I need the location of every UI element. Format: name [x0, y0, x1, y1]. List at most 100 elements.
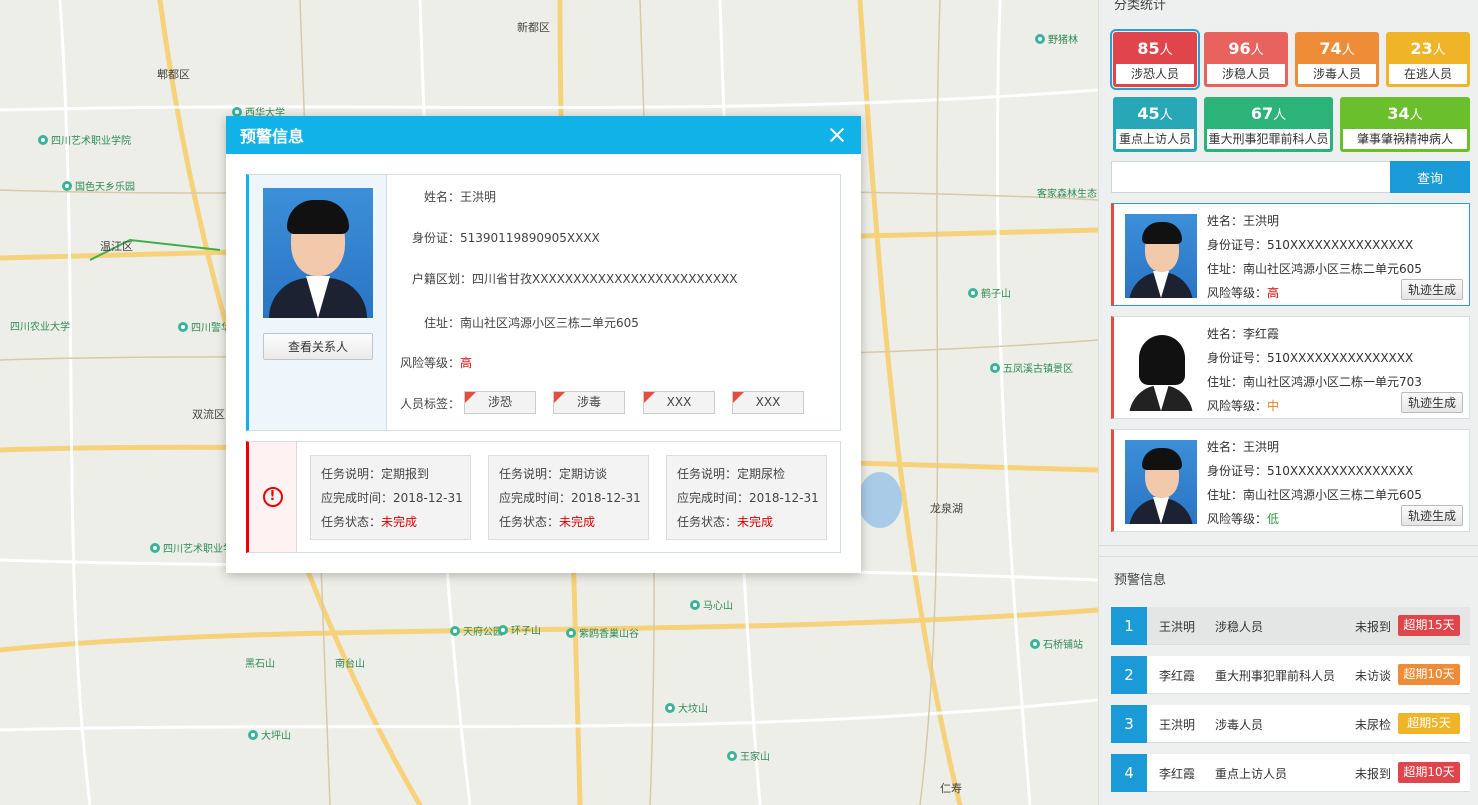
- person-list-item[interactable]: 姓名：王洪明 身份证号：510XXXXXXXXXXXXXXX 住址：南山社区鸿源…: [1111, 203, 1470, 306]
- map-place-name: 五凤溪古镇景区: [1003, 364, 1073, 375]
- map-place-label: 环子山: [498, 622, 541, 637]
- map-place-name: 环子山: [511, 626, 541, 637]
- warning-row[interactable]: 3 王洪明 涉毒人员 未尿检 超期5天: [1111, 705, 1470, 743]
- warning-type: 重点上访人员: [1215, 767, 1288, 781]
- person-address: 住址：南山社区鸿源小区三栋二单元605: [1207, 488, 1422, 502]
- task-time: 应完成时间：2018-12-31: [677, 491, 819, 505]
- warning-status: 未报到: [1355, 767, 1392, 781]
- person-summary: 姓名：王洪明 身份证号：510XXXXXXXXXXXXXXX 住址：南山社区鸿源…: [1207, 435, 1422, 531]
- person-address: 住址：南山社区鸿源小区三栋二单元605: [424, 316, 639, 330]
- warning-row[interactable]: 4 李红霞 重点上访人员 未报到 超期10天: [1111, 754, 1470, 792]
- person-tag: XXX: [732, 391, 804, 414]
- risk-value: 低: [1267, 512, 1280, 526]
- place-marker-icon: [1035, 34, 1045, 44]
- warning-row[interactable]: 1 王洪明 涉稳人员 未报到 超期15天: [1111, 607, 1470, 645]
- map-place-name: 新都区: [517, 21, 550, 34]
- map-place-name: 四川艺术职业学院: [51, 136, 131, 147]
- stat-unit: 人: [1341, 43, 1355, 58]
- map-place-label: 王家山: [727, 748, 770, 763]
- map-place-label: 紫鸥香巢山谷: [566, 625, 639, 640]
- track-generate-button[interactable]: 轨迹生成: [1401, 279, 1463, 300]
- place-marker-icon: [665, 703, 675, 713]
- view-relations-button[interactable]: 查看关系人: [263, 333, 373, 360]
- overdue-badge: 超期10天: [1398, 664, 1460, 685]
- place-marker-icon: [248, 730, 258, 740]
- stat-card[interactable]: 74人涉毒人员: [1295, 32, 1379, 87]
- map-place-label: 龙泉湖: [930, 500, 963, 516]
- search-button[interactable]: 查询: [1390, 161, 1470, 193]
- person-id: 身份证号：510XXXXXXXXXXXXXXX: [1207, 238, 1414, 252]
- warning-index: 3: [1111, 705, 1147, 743]
- stat-unit: 人: [1250, 43, 1264, 58]
- person-thumb: [1125, 440, 1197, 524]
- person-risk: 风险等级：低: [1207, 507, 1422, 531]
- task-desc: 任务说明：定期报到: [321, 467, 430, 481]
- task-status-value: 未完成: [559, 515, 596, 529]
- close-icon[interactable]: [827, 125, 847, 145]
- warnings-title: 预警信息: [1114, 573, 1167, 588]
- person-list-item[interactable]: 姓名：王洪明 身份证号：510XXXXXXXXXXXXXXX 住址：南山社区鸿源…: [1111, 429, 1470, 532]
- stat-label: 重点上访人员: [1116, 129, 1194, 149]
- warning-row[interactable]: 2 李红霞 重大刑事犯罪前科人员 未访谈 超期10天: [1111, 656, 1470, 694]
- stat-unit: 人: [1432, 43, 1446, 58]
- person-list-item[interactable]: 姓名：李红霞 身份证号：510XXXXXXXXXXXXXXX 住址：南山社区鸿源…: [1111, 316, 1470, 419]
- warning-index: 4: [1111, 754, 1147, 792]
- task-desc: 任务说明：定期尿检: [677, 467, 786, 481]
- task-status: 任务状态：未完成: [677, 510, 816, 534]
- map-place-name: 仁寿: [940, 782, 962, 795]
- track-generate-button[interactable]: 轨迹生成: [1401, 392, 1463, 413]
- person-name: 姓名：王洪明: [1207, 440, 1280, 454]
- stat-card[interactable]: 96人 涉稳人员: [1204, 32, 1288, 87]
- risk-value: 中: [1267, 399, 1280, 413]
- stat-count: 45: [1137, 104, 1160, 123]
- task-item: 任务说明：定期报到 应完成时间：2018-12-31 任务状态：未完成: [310, 455, 471, 540]
- place-marker-icon: [38, 135, 48, 145]
- warning-modal: 预警信息 查看关系人 姓名：王洪明 身份证：51390119890905XXXX…: [226, 116, 861, 573]
- stat-count: 74: [1319, 39, 1342, 58]
- person-photo: [263, 188, 373, 318]
- risk-value: 高: [1267, 286, 1280, 300]
- stat-card[interactable]: 23人在逃人员: [1386, 32, 1470, 87]
- search-input[interactable]: [1111, 161, 1390, 193]
- map-place-name: 马心山: [703, 601, 733, 612]
- section-divider: [1099, 545, 1478, 546]
- warning-status: 未报到: [1355, 620, 1392, 634]
- person-tag: 涉毒: [553, 391, 625, 414]
- stat-count: 67: [1250, 104, 1274, 123]
- risk-label: 风险等级：: [1207, 512, 1268, 526]
- warning-index: 1: [1111, 607, 1147, 645]
- person-risk: 风险等级：高: [1207, 281, 1422, 305]
- task-status-label: 任务状态：: [499, 515, 560, 529]
- place-marker-icon: [690, 600, 700, 610]
- stat-card[interactable]: 45人 重点上访人员: [1113, 97, 1197, 152]
- stat-card[interactable]: 67人 重大刑事犯罪前科人员: [1204, 97, 1333, 152]
- map-place-label: 马心山: [690, 597, 733, 612]
- stat-unit: 人: [1159, 43, 1173, 58]
- map-place-name: 客家森林生态公园: [1037, 189, 1098, 200]
- person-id-card: 身份证：51390119890905XXXX: [412, 231, 600, 245]
- map-place-label: 郫都区: [157, 66, 190, 82]
- stat-label: 涉毒人员: [1298, 64, 1376, 84]
- map-place-name: 国色天乡乐园: [75, 182, 135, 193]
- map-place-label: 仁寿: [940, 780, 962, 796]
- task-status: 任务状态：未完成: [321, 510, 460, 534]
- task-card: ! 任务说明：定期报到 应完成时间：2018-12-31 任务状态：未完成 任务…: [246, 441, 841, 553]
- stat-count: 23: [1410, 39, 1433, 58]
- warning-name: 李红霞: [1159, 767, 1196, 781]
- person-risk: 风险等级：中: [1207, 394, 1422, 418]
- task-item: 任务说明：定期尿检 应完成时间：2018-12-31 任务状态：未完成: [666, 455, 827, 540]
- map-place-name: 鹤子山: [981, 289, 1011, 300]
- place-marker-icon: [990, 363, 1000, 373]
- place-marker-icon: [968, 288, 978, 298]
- map-place-name: 黑石山: [245, 659, 275, 670]
- person-address: 住址：南山社区鸿源小区二栋一单元703: [1207, 375, 1422, 389]
- stat-count: 85: [1137, 39, 1160, 58]
- stat-label: 在逃人员: [1389, 64, 1467, 84]
- stat-card[interactable]: 34人 肇事肇祸精神病人: [1340, 97, 1470, 152]
- track-generate-button[interactable]: 轨迹生成: [1401, 505, 1463, 526]
- person-info-card: 查看关系人 姓名：王洪明 身份证：51390119890905XXXX 户籍区划…: [246, 174, 841, 431]
- map-place-label: 大坪山: [248, 727, 291, 742]
- map-place-label: 五凤溪古镇景区: [990, 360, 1073, 375]
- map-place-label: 客家森林生态公园: [1037, 185, 1098, 200]
- stat-card[interactable]: 85人 涉恐人员: [1110, 29, 1200, 90]
